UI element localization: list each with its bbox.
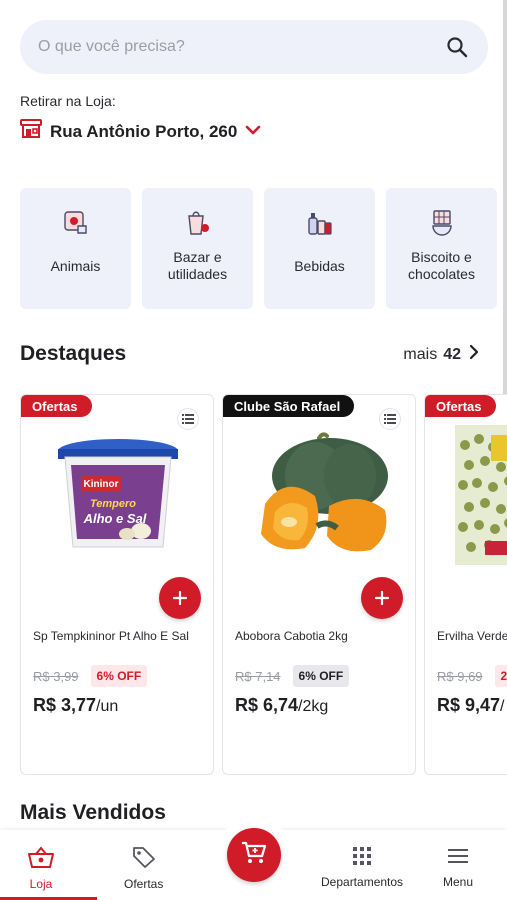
- see-more-label: mais: [403, 345, 438, 363]
- product-name[interactable]: Sp Tempkininor Pt Alho E Sal: [33, 629, 208, 643]
- old-price: R$ 3,99: [33, 668, 79, 684]
- offer-badge: Ofertas: [21, 395, 92, 417]
- category-animais[interactable]: Animais: [20, 188, 131, 309]
- price-row: R$ 9,69 2: [437, 665, 507, 687]
- svg-text:Tempero: Tempero: [90, 498, 136, 510]
- nav-offers[interactable]: Ofertas: [124, 846, 163, 891]
- highlights-title: Destaques: [20, 342, 127, 365]
- cart-fab-holder: [214, 818, 294, 898]
- list-icon[interactable]: [379, 408, 401, 430]
- add-to-cart-button[interactable]: [361, 577, 403, 619]
- category-bazar[interactable]: Bazar e utilidades: [142, 188, 253, 309]
- grid-icon: [352, 846, 372, 869]
- see-more-count: 42: [443, 345, 461, 363]
- pet-icon: [61, 208, 91, 238]
- list-icon[interactable]: [177, 408, 199, 430]
- price-row: R$ 7,14 6% OFF: [235, 665, 350, 687]
- nav-store[interactable]: Loja: [28, 846, 54, 891]
- category-label: Bebidas: [294, 257, 345, 274]
- product-carousel: Ofertas Kininor Tempero Alho e Sal Sp Te…: [20, 394, 507, 775]
- drinks-icon: [305, 208, 335, 238]
- product-card[interactable]: Ofertas Ervilha Verde R$ 9,69 2 R$ 9,47/: [424, 394, 507, 775]
- see-more-link[interactable]: mais 42: [403, 344, 481, 365]
- price-row: R$ 3,99 6% OFF: [33, 665, 148, 687]
- bazaar-icon: [183, 208, 213, 238]
- nav-store-label: Loja: [29, 877, 53, 891]
- hamburger-icon: [447, 846, 469, 869]
- category-label: Biscoito e chocolates: [408, 249, 475, 282]
- current-price: R$ 3,77/un: [33, 695, 118, 716]
- old-price: R$ 7,14: [235, 668, 281, 684]
- product-card[interactable]: Clube São Rafael Abobora Cabotia 2kg R$ …: [222, 394, 416, 775]
- product-name[interactable]: Ervilha Verde: [437, 629, 507, 643]
- nav-offers-label: Ofertas: [124, 877, 164, 891]
- nav-menu-label: Menu: [443, 875, 474, 889]
- discount-badge: 6% OFF: [90, 665, 148, 687]
- cart-icon: [241, 841, 267, 870]
- current-price: R$ 6,74/2kg: [235, 695, 328, 716]
- price-unit: /: [500, 698, 505, 715]
- store-selector[interactable]: Rua Antônio Porto, 260: [20, 119, 261, 144]
- discount-badge: 6% OFF: [292, 665, 350, 687]
- svg-text:Kininor: Kininor: [84, 479, 119, 490]
- basket-icon: [28, 846, 54, 871]
- price-value: R$ 3,77: [33, 695, 97, 715]
- home-screen: O que você precisa? Retirar na Loja: Rua…: [0, 0, 507, 900]
- category-biscoito[interactable]: Biscoito e chocolates: [386, 188, 497, 309]
- cart-button[interactable]: [227, 828, 281, 882]
- product-image: Kininor Tempero Alho e Sal: [35, 425, 201, 565]
- search-icon[interactable]: [444, 34, 470, 60]
- store-name[interactable]: Rua Antônio Porto, 260: [50, 122, 237, 142]
- category-label: Animais: [50, 257, 101, 274]
- category-bebidas[interactable]: Bebidas: [264, 188, 375, 309]
- price-unit: /2kg: [298, 698, 329, 715]
- price-unit: /un: [96, 698, 119, 715]
- chevron-right-icon: [467, 344, 481, 365]
- product-card[interactable]: Ofertas Kininor Tempero Alho e Sal Sp Te…: [20, 394, 214, 775]
- category-label: Bazar e utilidades: [167, 249, 228, 282]
- category-carousel: Animais Bazar e utilidades Bebidas Bisco…: [20, 188, 497, 309]
- add-to-cart-button[interactable]: [159, 577, 201, 619]
- old-price: R$ 9,69: [437, 668, 483, 684]
- nav-departments-label: Departamentos: [321, 875, 404, 889]
- store-icon: [20, 119, 42, 144]
- nav-departments[interactable]: Departamentos: [321, 846, 403, 889]
- product-image: [455, 425, 507, 565]
- product-name[interactable]: Abobora Cabotia 2kg: [235, 629, 410, 643]
- tag-icon: [132, 846, 156, 871]
- discount-badge: 2: [494, 665, 507, 687]
- product-image: [237, 425, 403, 565]
- pickup-label: Retirar na Loja:: [20, 93, 116, 109]
- search-input[interactable]: O que você precisa?: [38, 38, 444, 56]
- chevron-down-icon[interactable]: [245, 123, 261, 141]
- offer-badge: Ofertas: [425, 395, 496, 417]
- price-value: R$ 9,47: [437, 695, 501, 715]
- nav-menu[interactable]: Menu: [443, 846, 473, 889]
- current-price: R$ 9,47/: [437, 695, 505, 716]
- cookies-icon: [427, 208, 457, 238]
- club-badge: Clube São Rafael: [223, 395, 355, 417]
- best-sellers-title: Mais Vendidos: [20, 801, 166, 824]
- price-value: R$ 6,74: [235, 695, 299, 715]
- search-bar[interactable]: O que você precisa?: [20, 20, 488, 74]
